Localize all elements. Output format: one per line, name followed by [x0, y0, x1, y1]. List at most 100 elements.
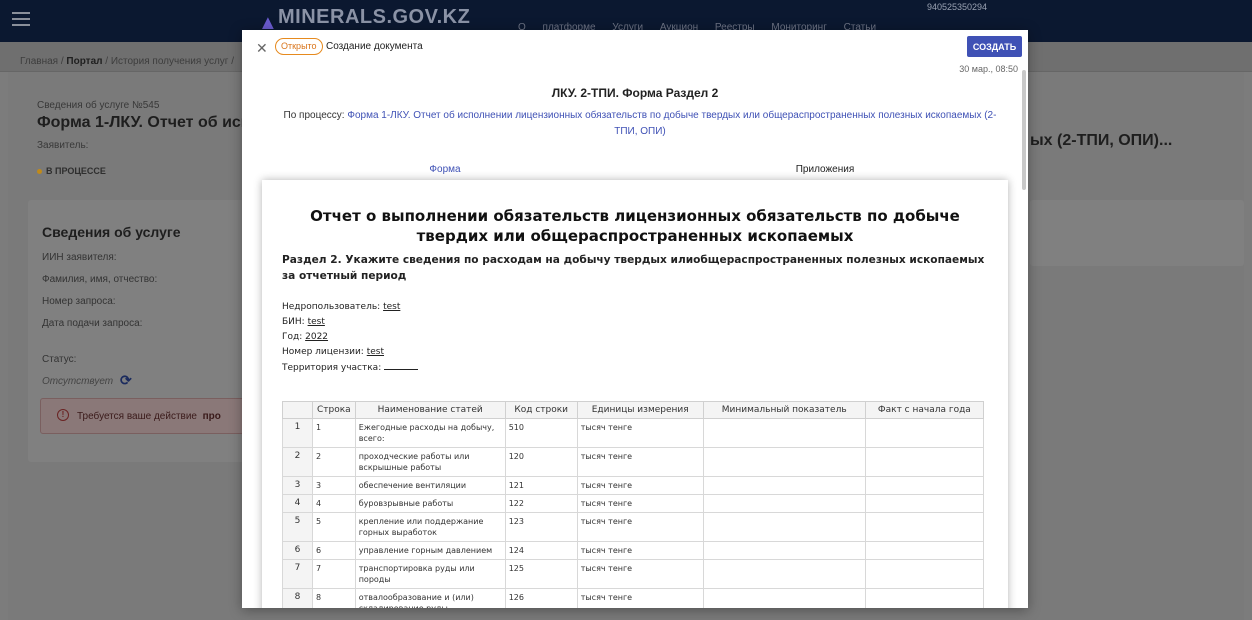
alert-icon: !	[57, 409, 69, 421]
tab-form[interactable]: Форма	[262, 164, 628, 181]
breadcrumb-home[interactable]: Главная	[20, 56, 58, 67]
cell-min-value[interactable]	[702, 559, 866, 589]
cell-unit: тысяч тенге	[576, 418, 704, 448]
cell-min-value[interactable]	[702, 447, 866, 477]
status-badge: В ПРОЦЕССЕ	[37, 166, 106, 176]
table-row: 7 7 транспортировка руды или породы 125 тыся…	[282, 559, 985, 589]
cell-code: 126	[504, 588, 578, 608]
column-header: Единицы измерения	[576, 401, 704, 419]
field-iin: ИИН заявителя:	[42, 252, 117, 263]
cell-unit: тысяч тенге	[576, 447, 704, 477]
row-index: 4	[282, 494, 313, 513]
row-index: 5	[282, 512, 313, 542]
dialog-title: Создание документа	[326, 41, 423, 52]
cell-fact-value[interactable]	[864, 447, 985, 477]
expenses-table: Строка Наименование статей Код строки Ед…	[282, 401, 985, 608]
status-badge-label: В ПРОЦЕССЕ	[46, 166, 106, 176]
breadcrumb-history[interactable]: История получения услуг	[111, 56, 229, 67]
column-header: Код строки	[504, 401, 578, 419]
cell-min-value[interactable]	[702, 494, 866, 513]
cell-unit: тысяч тенге	[576, 559, 704, 589]
field-license: Номер лицензии: test	[282, 347, 392, 357]
tab-attachments[interactable]: Приложения	[642, 164, 1008, 181]
cell-min-value[interactable]	[702, 418, 866, 448]
cell-fact-value[interactable]	[864, 418, 985, 448]
side-card	[1030, 200, 1244, 266]
cell-name: Ежегодные расходы на добычу, всего:	[354, 418, 506, 448]
field-blank	[384, 362, 419, 370]
alert-text: Требуется ваше действие про	[77, 411, 221, 422]
row-index: 3	[282, 476, 313, 495]
cell-min-value[interactable]	[702, 476, 866, 495]
cell-name: обеспечение вентиляции	[354, 476, 506, 495]
hamburger-menu-icon[interactable]	[12, 12, 30, 26]
cell-fact-value[interactable]	[864, 541, 985, 560]
cell-line: 3	[312, 476, 356, 495]
cell-fact-value[interactable]	[864, 512, 985, 542]
field-value: test	[307, 317, 325, 327]
cell-code: 121	[504, 476, 578, 495]
row-index: 6	[282, 541, 313, 560]
cell-fact-value[interactable]	[864, 588, 985, 608]
breadcrumb-portal[interactable]: Портал	[66, 56, 102, 67]
cell-fact-value[interactable]	[864, 559, 985, 589]
page-title-tail: ых (2-ТПИ, ОПИ)...	[1030, 132, 1173, 149]
cell-code: 122	[504, 494, 578, 513]
cell-min-value[interactable]	[702, 512, 866, 542]
user-iin[interactable]: 940525350294	[927, 2, 987, 12]
cell-unit: тысяч тенге	[576, 541, 704, 560]
cell-min-value[interactable]	[702, 541, 866, 560]
cell-code: 123	[504, 512, 578, 542]
scrollbar[interactable]	[1022, 70, 1026, 190]
column-header: Строка	[312, 401, 356, 419]
row-index: 8	[282, 588, 313, 608]
cell-fact-value[interactable]	[864, 494, 985, 513]
cell-line: 8	[312, 588, 356, 608]
status-label: Статус:	[42, 354, 77, 365]
cell-name: проходческие работы или вскрышные работы	[354, 447, 506, 477]
action-link[interactable]: про	[203, 411, 221, 422]
table-row: 1 1 Ежегодные расходы на добычу, всего: 510…	[282, 418, 985, 448]
field-value: test	[366, 347, 385, 357]
cell-name: крепление или поддержание горных выработ…	[354, 512, 506, 542]
brand-logo[interactable]: MINERALS.GOV.KZ	[278, 6, 470, 29]
field-label: Территория участка:	[282, 363, 382, 373]
action-required-alert[interactable]: ! Требуется ваше действие про	[40, 398, 250, 434]
form-heading: ЛКУ. 2-ТПИ. Форма Раздел 2	[551, 86, 719, 100]
cell-fact-value[interactable]	[864, 476, 985, 495]
table-row: 3 3 обеспечение вентиляции 121 тысяч тенге	[282, 476, 985, 495]
close-icon[interactable]: ✕	[256, 40, 268, 57]
row-index: 7	[282, 559, 313, 589]
field-label: Год:	[282, 332, 303, 342]
cell-code: 510	[504, 418, 578, 448]
field-label: БИН:	[282, 317, 305, 327]
cell-unit: тысяч тенге	[576, 476, 704, 495]
cell-line: 1	[312, 418, 356, 448]
create-button[interactable]: СОЗДАТЬ	[967, 36, 1022, 57]
table-row: 6 6 управление горным давлением 124 тысяч те…	[282, 541, 985, 560]
action-required-text: Требуется ваше действие	[77, 411, 197, 422]
refresh-icon[interactable]: ⟳	[120, 372, 132, 389]
tabs: Форма Приложения	[262, 164, 1008, 181]
column-header: Факт с начала года	[864, 401, 985, 419]
cell-unit: тысяч тенге	[576, 588, 704, 608]
cell-code: 124	[504, 541, 578, 560]
cell-code: 120	[504, 447, 578, 477]
field-subsoil-user: Недропользователь: test	[282, 302, 408, 312]
cell-name: транспортировка руды или породы	[354, 559, 506, 589]
cell-line: 4	[312, 494, 356, 513]
cell-min-value[interactable]	[702, 588, 866, 608]
cell-unit: тысяч тенге	[576, 494, 704, 513]
applicant-label: Заявитель:	[37, 140, 89, 151]
status-badge: Открыто	[275, 38, 323, 55]
service-number: Сведения об услуге №545	[37, 100, 160, 111]
cell-name: буровзрывные работы	[354, 494, 506, 513]
field-territory: Территория участка:	[282, 362, 419, 373]
field-label: Номер лицензии:	[282, 347, 364, 357]
field-request-date: Дата подачи запроса:	[42, 318, 143, 329]
service-info-card: Сведения об услуге ИИН заявителя: Фамили…	[28, 200, 250, 462]
breadcrumb-separator: /	[102, 56, 111, 67]
cell-name: отвалообразование и (или) складирование …	[354, 588, 506, 608]
column-header: Минимальный показатель	[702, 401, 866, 419]
process-link[interactable]: Форма 1-ЛКУ. Отчет об исполнении лицензи…	[347, 110, 996, 137]
